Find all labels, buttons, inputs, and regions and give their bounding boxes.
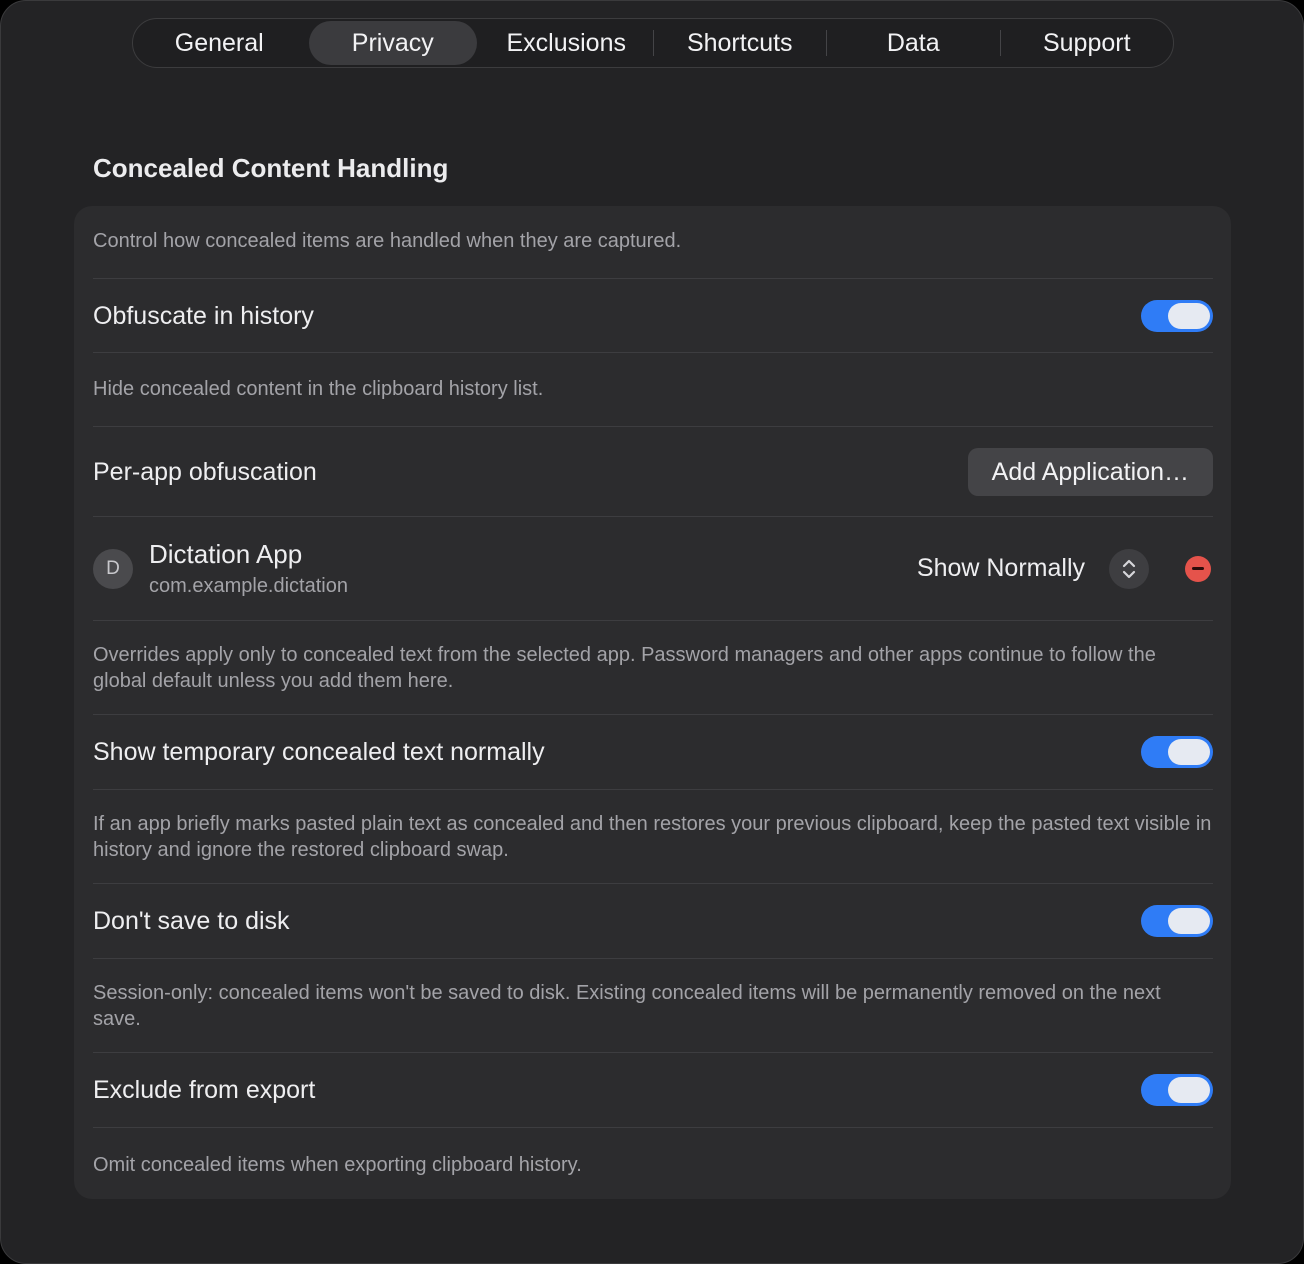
obfuscation-mode-popup[interactable]: Show Normally [917,554,1085,583]
remove-app-button[interactable] [1185,555,1211,582]
section-intro: Control how concealed items are handled … [93,230,682,252]
toggle-knob [1168,303,1210,329]
tab-support[interactable]: Support [1003,21,1172,65]
concealed-settings-card: Control how concealed items are handled … [74,206,1231,1199]
toggle-knob [1168,739,1210,765]
app-list-item: D Dictation App com.example.dictation Sh… [93,517,1213,620]
per-app-label: Per-app obfuscation [93,457,317,486]
obfuscate-desc: Hide concealed content in the clipboard … [93,378,544,400]
no-disk-toggle[interactable] [1141,905,1213,937]
app-avatar: D [93,548,133,589]
temporary-desc: If an app briefly marks pasted plain tex… [93,813,1212,861]
export-label: Exclude from export [93,1075,316,1104]
tab-shortcuts[interactable]: Shortcuts [656,21,825,65]
chevron-up-down-icon[interactable] [1109,548,1149,589]
export-row: Exclude from export [93,1053,1213,1127]
settings-window: General Privacy Exclusions Shortcuts Dat… [0,0,1304,1264]
tab-privacy[interactable]: Privacy [308,21,477,65]
tab-general[interactable]: General [135,21,304,65]
obfuscate-label: Obfuscate in history [93,301,314,330]
toggle-knob [1168,1077,1210,1103]
app-bundle-id: com.example.dictation [149,574,348,597]
divider [93,620,1213,621]
divider [93,958,1213,959]
temporary-toggle[interactable] [1141,736,1213,768]
add-application-button[interactable]: Add Application… [967,448,1213,496]
divider [93,789,1213,790]
tab-separator [652,30,654,56]
tab-separator [999,30,1001,56]
tab-separator [479,30,480,56]
app-name: Dictation App [149,538,303,569]
obfuscate-toggle[interactable] [1141,300,1213,332]
divider [93,1127,1213,1128]
temporary-row: Show temporary concealed text normally [93,715,1213,789]
toggle-knob [1168,908,1210,934]
app-text: Dictation App com.example.dictation [149,539,348,599]
per-app-row: Per-app obfuscation Add Application… [93,427,1213,517]
obfuscate-row: Obfuscate in history [93,279,1213,353]
tab-bar: General Privacy Exclusions Shortcuts Dat… [132,18,1174,68]
export-desc: Omit concealed items when exporting clip… [93,1154,582,1176]
per-app-desc: Overrides apply only to concealed text f… [93,644,1156,692]
no-disk-row: Don't save to disk [93,884,1213,958]
tab-exclusions[interactable]: Exclusions [482,21,651,65]
no-disk-desc: Session-only: concealed items won't be s… [93,982,1161,1030]
export-toggle[interactable] [1141,1074,1213,1106]
no-disk-label: Don't save to disk [93,906,290,935]
temporary-label: Show temporary concealed text normally [93,737,545,766]
tab-separator [826,30,827,56]
tab-data[interactable]: Data [829,21,998,65]
divider [93,352,1213,353]
minus-icon [1192,567,1204,570]
section-title: Concealed Content Handling [93,153,449,183]
tab-separator [306,30,307,56]
